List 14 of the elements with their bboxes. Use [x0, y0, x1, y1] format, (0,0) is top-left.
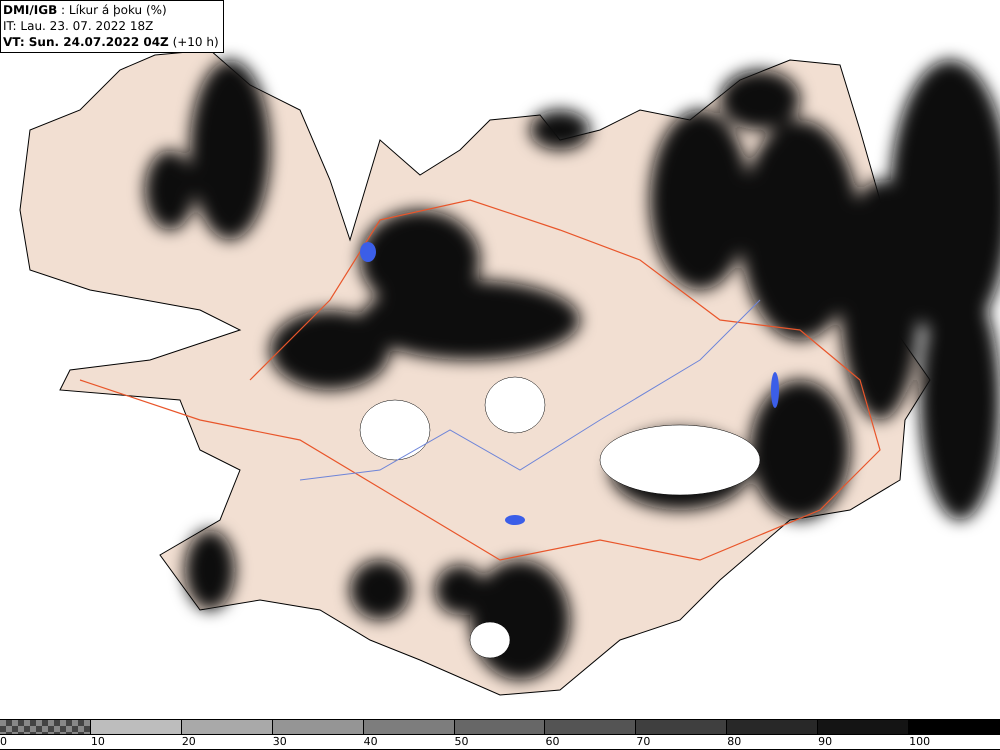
legend-tick-label: 60 — [545, 735, 560, 749]
legend-tick-label: 20 — [182, 735, 196, 749]
legend-tick-label: 40 — [364, 735, 378, 749]
legend-tick-label: 80 — [727, 735, 742, 749]
legend-tick-label: 70 — [636, 735, 650, 749]
legend-tick-label: 30 — [272, 735, 287, 749]
legend-tick-label: 10 — [90, 735, 105, 749]
legend-tick-label: 100 — [909, 735, 930, 749]
legend-tick-label: 90 — [818, 735, 832, 749]
info-line: VT: Sun. 24.07.2022 04Z (+10 h) — [3, 34, 219, 50]
info-line: IT: Lau. 23. 07. 2022 18Z — [3, 18, 154, 34]
legend-tick-label: 50 — [454, 735, 469, 749]
info-line: DMI/IGB : Líkur á þoku (%) — [3, 2, 168, 18]
legend-tick-label: 0 — [0, 735, 7, 749]
